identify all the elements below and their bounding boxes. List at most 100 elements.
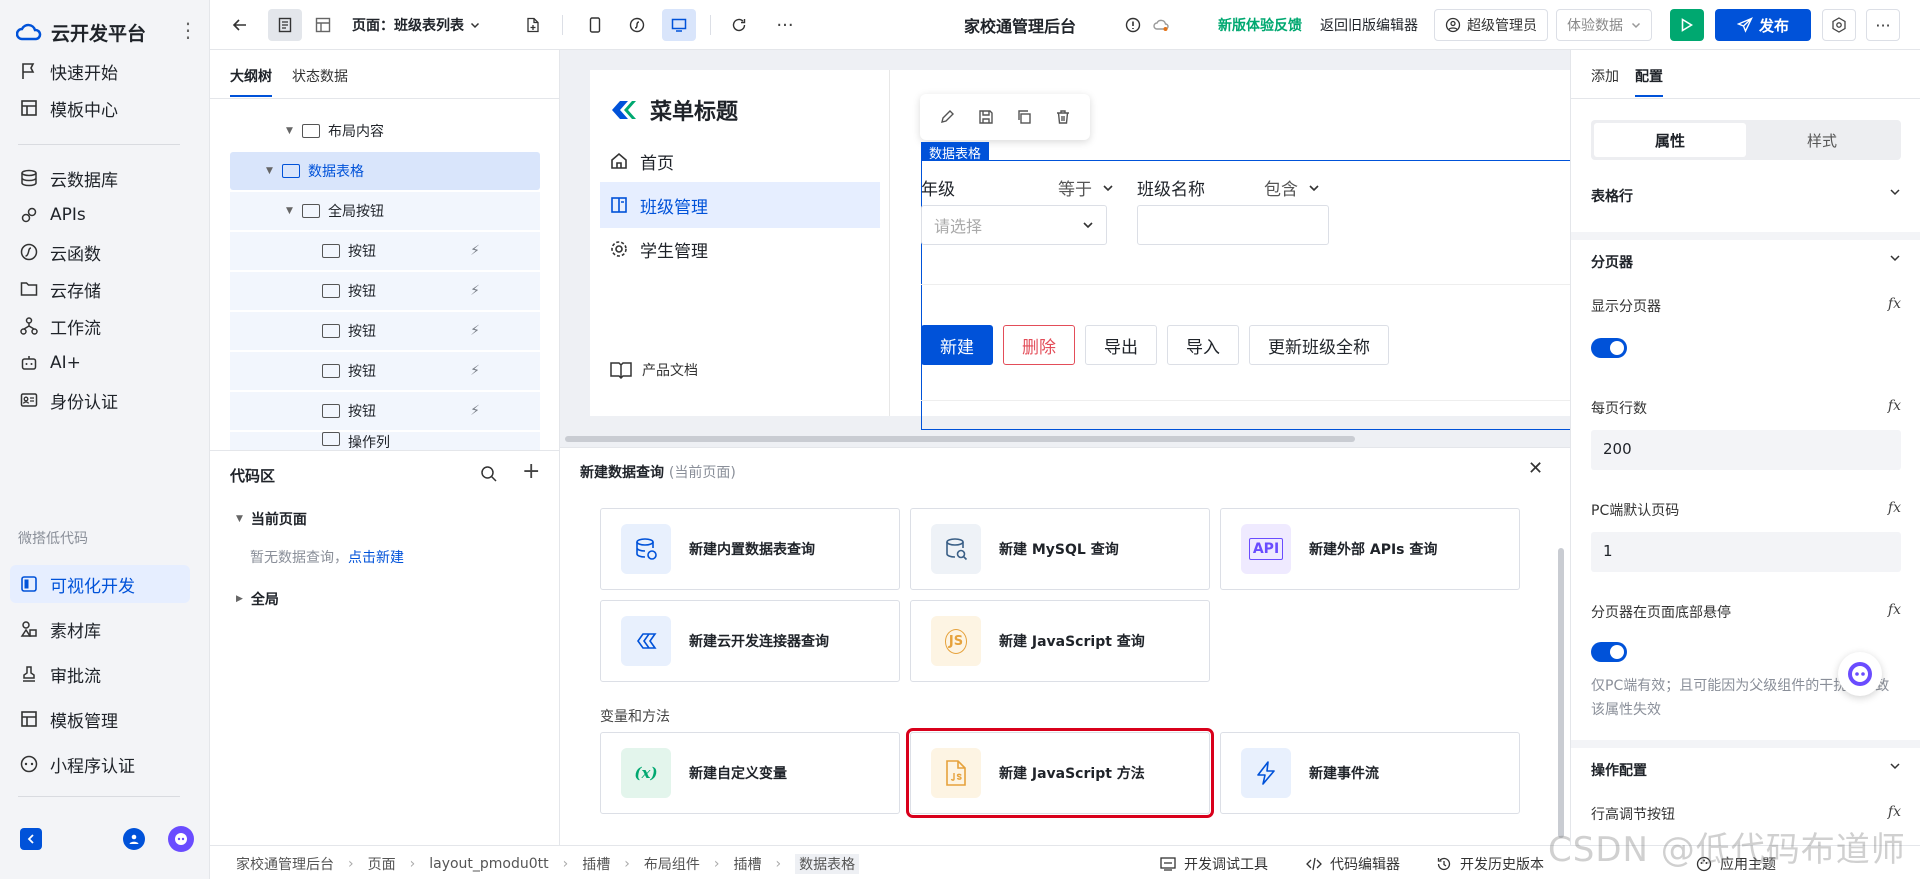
breadcrumb-item[interactable]: 家校通管理后台 <box>236 854 334 874</box>
product-doc-link[interactable]: 产品文档 <box>610 360 698 380</box>
event-bolt-icon[interactable]: ⚡ <box>470 403 480 419</box>
tree-node-button[interactable]: 按钮 ⚡ <box>230 392 540 430</box>
back-arrow-icon[interactable] <box>226 9 254 41</box>
fx-icon[interactable]: fx <box>1888 602 1901 622</box>
breadcrumb-item[interactable]: 页面 <box>368 854 396 874</box>
canvas-horizontal-scrollbar[interactable] <box>565 436 1355 442</box>
delete-button[interactable]: 删除 <box>1003 325 1075 365</box>
nav-item-ai[interactable]: AI+ <box>10 344 190 382</box>
filter-grade-select[interactable]: 请选择 <box>921 205 1107 245</box>
query-panel-scrollbar[interactable] <box>1558 548 1564 838</box>
new-external-api-query-card[interactable]: API 新建外部 APIs 查询 <box>1220 508 1520 590</box>
code-group-global[interactable]: ▶ 全局 <box>236 589 279 609</box>
nav-item-apis[interactable]: APIs <box>10 196 190 234</box>
data-mode-select[interactable]: 体验数据 <box>1556 9 1652 41</box>
history-button[interactable]: 开发历史版本 <box>1436 854 1544 874</box>
nav-item-quickstart[interactable]: 快速开始 <box>10 52 190 90</box>
section-pager[interactable]: 分页器 <box>1591 252 1901 272</box>
export-button[interactable]: 导出 <box>1085 325 1157 365</box>
refresh-icon[interactable] <box>724 9 754 41</box>
tab-state-data[interactable]: 状态数据 <box>292 66 348 97</box>
fx-icon[interactable]: fx <box>1888 500 1901 520</box>
create-button[interactable]: 新建 <box>921 325 993 365</box>
nav-item-miniprogram-auth[interactable]: 小程序认证 <box>10 745 190 783</box>
feedback-link[interactable]: 新版体验反馈 <box>1218 9 1302 41</box>
add-page-icon[interactable] <box>518 9 548 41</box>
filter-class-operator[interactable]: 包含 <box>1264 175 1320 200</box>
dev-tools-button[interactable]: 开发调试工具 <box>1160 854 1268 874</box>
close-icon[interactable]: ✕ <box>1528 458 1543 479</box>
tree-node-global-buttons[interactable]: ▼ 全局按钮 <box>230 192 540 230</box>
add-icon[interactable]: + <box>522 459 540 484</box>
more-horizontal-icon[interactable]: ··· <box>770 9 800 41</box>
breadcrumb-item[interactable]: 数据表格 <box>795 854 860 874</box>
tree-node-action-column[interactable]: 操作列 <box>230 432 540 450</box>
new-javascript-query-card[interactable]: JS 新建 JavaScript 查询 <box>910 600 1210 682</box>
event-bolt-icon[interactable]: ⚡ <box>470 243 480 259</box>
nav-item-functions[interactable]: 云函数 <box>10 233 190 271</box>
user-role-button[interactable]: 超级管理员 <box>1434 9 1548 41</box>
nav-item-database[interactable]: 云数据库 <box>10 159 190 197</box>
nav-item-assets[interactable]: 素材库 <box>10 610 190 648</box>
segment-style[interactable]: 样式 <box>1746 123 1898 157</box>
code-group-current-page[interactable]: ▼ 当前页面 <box>236 509 307 529</box>
tree-node-data-table[interactable]: ▼ 数据表格 <box>230 152 540 190</box>
selected-component-outline[interactable] <box>921 160 1570 430</box>
cloud-sync-icon[interactable] <box>1150 9 1172 41</box>
outline-view-toggle[interactable] <box>268 9 302 41</box>
nav-item-visual-dev[interactable]: 可视化开发 <box>10 565 190 603</box>
menu-item-student-manage[interactable]: 学生管理 <box>600 226 880 272</box>
info-icon[interactable] <box>1122 9 1144 41</box>
copy-icon[interactable] <box>1016 109 1032 125</box>
save-icon[interactable] <box>978 109 994 125</box>
tab-config[interactable]: 配置 <box>1635 66 1663 97</box>
nav-item-template-manage[interactable]: 模板管理 <box>10 700 190 738</box>
event-bolt-icon[interactable]: ⚡ <box>470 363 480 379</box>
back-old-editor-link[interactable]: 返回旧版编辑器 <box>1320 9 1418 41</box>
design-canvas[interactable]: 菜单标题 首页 班级管理 学生管理 产品文档 数据表格 年级 等于 请选择 班级… <box>560 50 1570 447</box>
tree-node-button[interactable]: 按钮 ⚡ <box>230 232 540 270</box>
event-bolt-icon[interactable]: ⚡ <box>470 283 480 299</box>
delete-icon[interactable] <box>1055 109 1071 125</box>
settings-button[interactable] <box>1822 9 1856 41</box>
nav-item-auth[interactable]: 身份认证 <box>10 381 190 419</box>
collapse-sidebar-button[interactable] <box>20 828 42 850</box>
pc-preview-icon[interactable] <box>662 9 696 41</box>
tab-add[interactable]: 添加 <box>1591 66 1619 97</box>
assistant-bot-button[interactable] <box>168 826 194 852</box>
fx-icon[interactable]: fx <box>1888 398 1901 418</box>
event-bolt-icon[interactable]: ⚡ <box>470 323 480 339</box>
nav-item-workflow[interactable]: 工作流 <box>10 307 190 345</box>
tab-outline-tree[interactable]: 大纲树 <box>230 66 272 97</box>
menu-item-class-manage[interactable]: 班级管理 <box>600 182 880 228</box>
user-avatar[interactable] <box>123 828 145 850</box>
nav-item-approval[interactable]: 审批流 <box>10 655 190 693</box>
breadcrumb-item[interactable]: 插槽 <box>582 854 610 874</box>
tree-node-button[interactable]: 按钮 ⚡ <box>230 312 540 350</box>
new-event-flow-card[interactable]: 新建事件流 <box>1220 732 1520 814</box>
edit-icon[interactable] <box>939 109 955 125</box>
breadcrumb-item[interactable]: 布局组件 <box>644 854 700 874</box>
nav-item-storage[interactable]: 云存储 <box>10 270 190 308</box>
pager-fixed-toggle[interactable] <box>1591 642 1627 662</box>
create-query-link[interactable]: 点击新建 <box>348 550 404 566</box>
new-javascript-method-card[interactable]: 新建 JavaScript 方法 <box>906 728 1214 818</box>
fx-icon[interactable]: fx <box>1888 296 1901 316</box>
breadcrumb-item[interactable]: layout_pmodu0tt <box>429 856 548 872</box>
filter-class-name-input[interactable] <box>1137 205 1329 245</box>
segment-properties[interactable]: 属性 <box>1594 123 1746 157</box>
fx-icon[interactable]: fx <box>1888 804 1901 824</box>
mobile-preview-icon[interactable] <box>580 9 610 41</box>
menu-item-home[interactable]: 首页 <box>600 138 880 184</box>
nav-item-templates[interactable]: 模板中心 <box>10 89 190 127</box>
code-editor-button[interactable]: 代码编辑器 <box>1306 854 1400 874</box>
tree-node-layout-content[interactable]: ▼ 布局内容 <box>230 112 540 150</box>
publish-button[interactable]: 发布 <box>1715 9 1811 41</box>
update-class-fullname-button[interactable]: 更新班级全称 <box>1249 325 1389 365</box>
new-builtin-table-query-card[interactable]: 新建内置数据表查询 <box>600 508 900 590</box>
new-connector-query-card[interactable]: 新建云开发连接器查询 <box>600 600 900 682</box>
section-operations[interactable]: 操作配置 <box>1591 760 1901 780</box>
tree-node-button[interactable]: 按钮 ⚡ <box>230 272 540 310</box>
more-menu-button[interactable]: ··· <box>1866 9 1900 41</box>
preview-run-button[interactable] <box>1670 9 1704 41</box>
